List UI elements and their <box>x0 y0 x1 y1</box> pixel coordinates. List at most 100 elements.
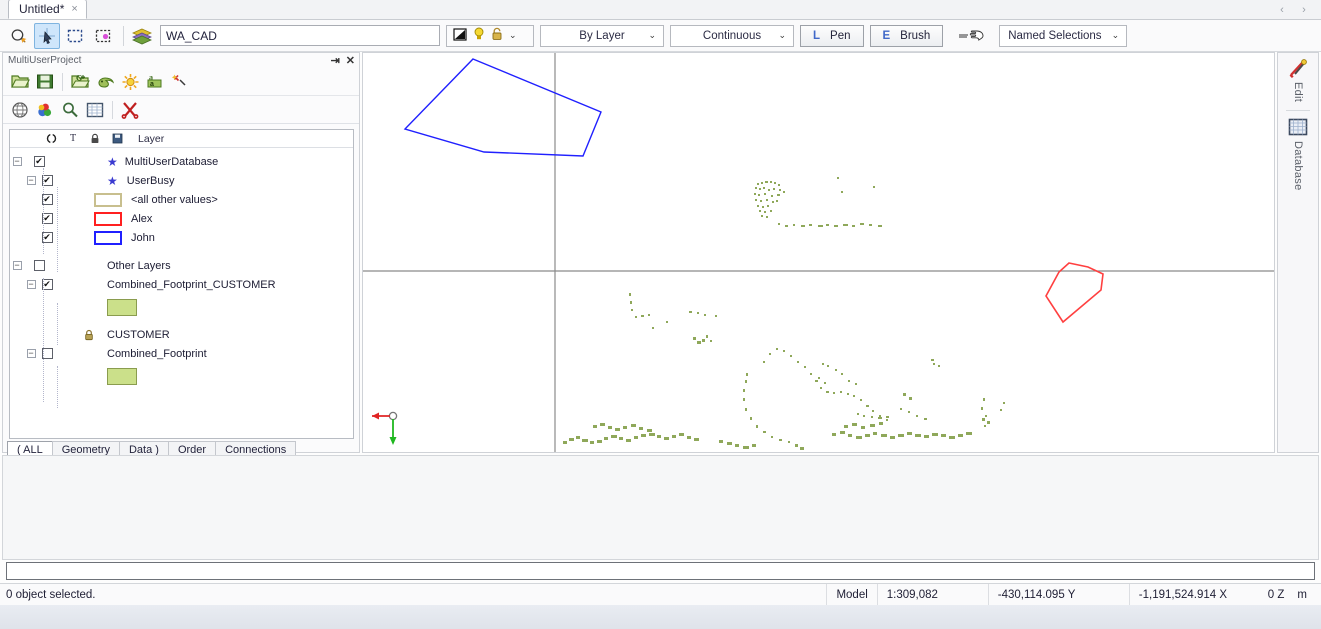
expander-icon[interactable]: − <box>26 176 36 185</box>
lower-output-panel <box>2 455 1319 560</box>
right-tab-edit[interactable]: Edit <box>1287 57 1309 102</box>
tree-row-combined-footprint[interactable]: − Combined_Footprint <box>10 344 353 363</box>
main-toolbar: WA_CAD ⌄ By Layer ⌄ Continuous ⌄ L Pen E… <box>0 20 1321 52</box>
symbol-color-swatch[interactable] <box>94 211 122 226</box>
scissors-icon[interactable] <box>119 99 141 121</box>
right-dock-panel: Edit Database <box>1277 52 1319 453</box>
tree-row-alex[interactable]: Alex <box>10 209 353 228</box>
right-tab-edit-label: Edit <box>1292 82 1304 103</box>
tree-row-all-other-values[interactable]: <all other values> <box>10 190 353 209</box>
tree-connector <box>57 303 58 345</box>
named-selections-combo[interactable]: Named Selections ⌄ <box>999 24 1128 47</box>
tree-row-footprint-customer-fill[interactable] <box>10 294 353 320</box>
close-icon[interactable]: × <box>71 3 77 15</box>
document-tab-untitled[interactable]: Untitled* × <box>8 0 87 19</box>
chevron-down-icon: ⌄ <box>1111 30 1120 40</box>
polygon-alex <box>1045 262 1104 324</box>
tree-connector <box>57 366 58 408</box>
fence-select-icon[interactable] <box>90 23 116 49</box>
edit-sparkle-icon[interactable] <box>169 71 191 93</box>
tree-row-other-layers[interactable]: − Other Layers <box>10 256 353 275</box>
status-mode[interactable]: Model <box>826 583 876 606</box>
panel-header: MultiUserProject ⇥ ✕ <box>3 53 359 68</box>
named-selections-value: Named Selections <box>1008 29 1102 42</box>
command-input[interactable] <box>6 562 1315 580</box>
visibility-column-icon[interactable] <box>40 133 62 144</box>
fill-color-swatch[interactable] <box>107 298 137 316</box>
fill-color-swatch[interactable] <box>107 367 137 385</box>
linecolor-combo[interactable]: By Layer ⌄ <box>540 24 664 47</box>
chevron-left-icon[interactable]: ‹ <box>1272 1 1292 18</box>
tab-navigation: ‹ › <box>1272 1 1314 18</box>
layer-properties-group: ⌄ <box>446 24 534 47</box>
axis-indicator <box>372 411 398 445</box>
save-project-icon[interactable] <box>34 71 56 93</box>
object-snap-icon[interactable] <box>6 23 32 49</box>
select-arrow-icon[interactable] <box>34 22 60 49</box>
status-coord-x: -1,191,524.914 X <box>1128 583 1266 606</box>
multiuser-project-panel: MultiUserProject ⇥ ✕ G a a T Layer − ✔ ★… <box>2 52 360 458</box>
expander-icon[interactable]: − <box>26 280 36 289</box>
linecolor-value: By Layer <box>579 29 625 42</box>
padlock-icon[interactable] <box>491 27 503 44</box>
expander-icon[interactable]: − <box>12 261 22 270</box>
layer-name-field[interactable]: WA_CAD <box>160 25 440 46</box>
annotation-icon[interactable]: aa <box>144 71 166 93</box>
padlock-icon[interactable] <box>78 329 100 341</box>
hand-pointer-icon[interactable] <box>953 23 989 49</box>
tree-row-multiuserdatabase[interactable]: − ★ MultiUserDatabase <box>10 152 353 171</box>
status-bar: 0 object selected. Model 1:309,082 -430,… <box>0 583 1321 606</box>
chevron-right-icon[interactable]: › <box>1294 1 1314 18</box>
open-project-icon[interactable] <box>9 71 31 93</box>
tree-row-john[interactable]: John <box>10 228 353 247</box>
pin-icon[interactable]: ⇥ <box>331 54 340 67</box>
tree-connector <box>43 278 44 402</box>
palette-icon[interactable] <box>34 99 56 121</box>
polygon-john <box>403 58 602 157</box>
connection-icon[interactable] <box>94 71 116 93</box>
symbol-color-swatch[interactable] <box>94 230 122 245</box>
panel-toolbar-row-1: G aa <box>3 68 359 96</box>
color-swatch-icon[interactable] <box>453 27 467 44</box>
tree-row-customer[interactable]: CUSTOMER <box>10 325 353 344</box>
chevron-down-icon: ⌄ <box>648 30 656 40</box>
expander-icon[interactable]: − <box>12 157 22 166</box>
refresh-sun-icon[interactable] <box>119 71 141 93</box>
magnifier-icon[interactable] <box>59 99 81 121</box>
tree-row-combined-footprint-customer[interactable]: − Combined_Footprint_CUSTOMER <box>10 275 353 294</box>
lock-column-icon[interactable] <box>84 133 106 144</box>
open-geodatabase-icon[interactable]: G <box>69 71 91 93</box>
text-column-icon[interactable]: T <box>62 133 84 144</box>
layer-tree-header: T Layer <box>10 130 353 148</box>
document-tab-label: Untitled* <box>19 2 65 16</box>
toolbar-divider <box>123 25 124 46</box>
panel-title: MultiUserProject <box>8 55 82 66</box>
map-canvas[interactable] <box>362 52 1275 453</box>
close-icon[interactable]: ✕ <box>346 54 355 67</box>
pen-button[interactable]: L Pen <box>800 24 864 47</box>
table-icon[interactable] <box>84 99 106 121</box>
command-input-field[interactable] <box>7 563 1314 579</box>
tree-row-label: MultiUserDatabase <box>124 155 219 168</box>
visibility-checkbox[interactable] <box>33 156 45 167</box>
right-tab-database[interactable]: Database <box>1287 116 1309 191</box>
tree-row-userbusy[interactable]: − ★ UserBusy <box>10 171 353 190</box>
globe-icon[interactable] <box>9 99 31 121</box>
expander-icon[interactable]: − <box>26 349 36 358</box>
layer-column-label: Layer <box>138 132 165 145</box>
visibility-checkbox[interactable] <box>33 260 45 271</box>
chevron-down-icon[interactable]: ⌄ <box>509 30 517 41</box>
layer-tree[interactable]: T Layer − ★ MultiUserDatabase − <box>9 129 354 439</box>
layers-icon[interactable] <box>129 23 155 49</box>
symbol-color-swatch[interactable] <box>94 192 122 207</box>
brush-button[interactable]: E Brush <box>869 24 944 47</box>
lightbulb-icon[interactable] <box>473 27 485 44</box>
star-icon: ★ <box>107 154 118 169</box>
tree-row-footprint-fill[interactable] <box>10 363 353 389</box>
linetype-combo[interactable]: Continuous ⌄ <box>670 24 794 47</box>
save-column-icon[interactable] <box>106 133 128 144</box>
marquee-select-icon[interactable] <box>62 23 88 49</box>
map-canvas-svg <box>363 53 1274 452</box>
chevron-down-icon: ⌄ <box>778 30 786 40</box>
status-scale[interactable]: 1:309,082 <box>876 583 988 606</box>
